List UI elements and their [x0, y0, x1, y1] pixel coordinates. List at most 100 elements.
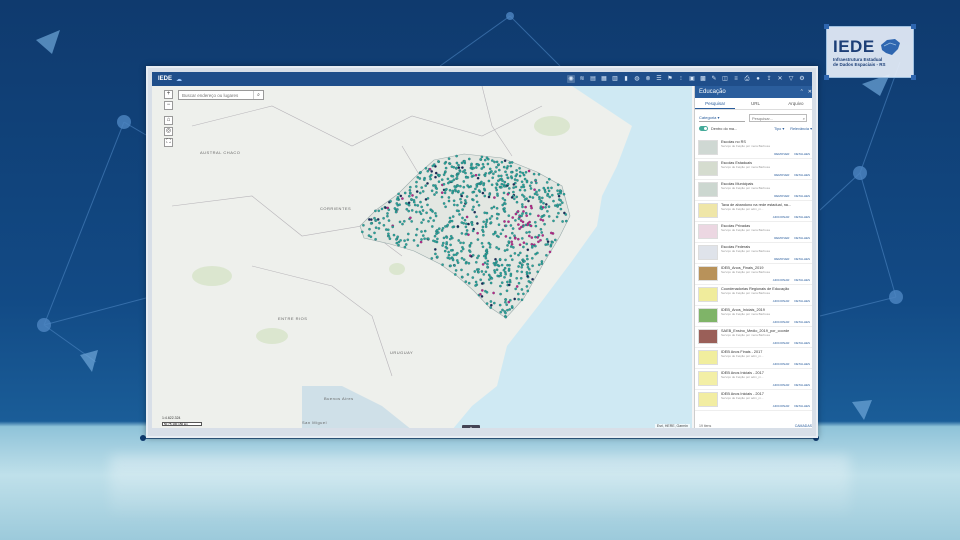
- school-point[interactable]: [453, 273, 457, 276]
- school-point[interactable]: [482, 183, 485, 187]
- school-point[interactable]: [503, 249, 507, 252]
- school-point[interactable]: [487, 195, 491, 199]
- school-point[interactable]: [494, 258, 497, 261]
- school-point[interactable]: [448, 257, 452, 260]
- layer-primary-action[interactable]: REMOVER: [774, 194, 789, 198]
- school-point[interactable]: [503, 159, 507, 163]
- school-point[interactable]: [515, 200, 519, 204]
- school-point[interactable]: [424, 184, 428, 188]
- school-point[interactable]: [507, 214, 511, 218]
- school-point[interactable]: [474, 166, 478, 169]
- school-point[interactable]: [434, 252, 437, 256]
- school-point[interactable]: [517, 253, 520, 257]
- school-point[interactable]: [521, 205, 524, 209]
- school-point[interactable]: [514, 174, 518, 178]
- school-point[interactable]: [471, 208, 474, 212]
- school-point[interactable]: [387, 208, 391, 212]
- school-point[interactable]: [446, 223, 450, 227]
- layer-item[interactable]: SAEB_Ensino_Medio_2019_por_coorde Serviço…: [695, 327, 812, 348]
- school-point[interactable]: [460, 194, 464, 198]
- school-point[interactable]: [483, 174, 487, 178]
- school-point[interactable]: [388, 237, 392, 241]
- school-point[interactable]: [455, 259, 459, 262]
- school-point[interactable]: [419, 171, 422, 174]
- school-point[interactable]: [547, 215, 551, 218]
- school-point[interactable]: [451, 175, 455, 178]
- school-point[interactable]: [547, 177, 551, 181]
- school-point[interactable]: [426, 203, 429, 207]
- layer-details-action[interactable]: DETALHES: [794, 299, 810, 303]
- school-point[interactable]: [513, 237, 517, 240]
- school-point[interactable]: [485, 248, 489, 252]
- school-point[interactable]: [442, 173, 446, 177]
- school-point[interactable]: [462, 258, 466, 262]
- school-point[interactable]: [484, 270, 488, 274]
- school-point[interactable]: [559, 199, 563, 202]
- school-point[interactable]: [493, 160, 496, 164]
- school-point[interactable]: [467, 157, 471, 161]
- school-point[interactable]: [534, 178, 537, 182]
- school-point[interactable]: [512, 197, 516, 201]
- school-point[interactable]: [386, 212, 389, 215]
- school-point[interactable]: [513, 178, 517, 181]
- school-point[interactable]: [499, 271, 503, 275]
- school-point[interactable]: [520, 237, 524, 240]
- school-point[interactable]: [543, 190, 547, 194]
- school-point[interactable]: [463, 169, 467, 172]
- school-point[interactable]: [495, 160, 499, 164]
- school-point[interactable]: [553, 204, 557, 207]
- school-point[interactable]: [523, 198, 527, 201]
- map-canvas[interactable]: [152, 86, 692, 428]
- school-point[interactable]: [471, 191, 475, 194]
- school-point[interactable]: [433, 240, 437, 243]
- school-point[interactable]: [410, 220, 414, 223]
- school-point[interactable]: [463, 218, 467, 222]
- school-point[interactable]: [443, 191, 447, 195]
- layer-details-action[interactable]: DETALHES: [794, 236, 810, 240]
- school-point[interactable]: [441, 241, 445, 245]
- school-point[interactable]: [473, 270, 477, 273]
- school-point[interactable]: [497, 247, 501, 251]
- school-point[interactable]: [465, 215, 469, 219]
- school-point[interactable]: [517, 223, 520, 226]
- school-point[interactable]: [415, 190, 419, 193]
- school-point[interactable]: [497, 264, 501, 268]
- school-point[interactable]: [476, 256, 479, 260]
- school-point[interactable]: [546, 186, 550, 190]
- school-point[interactable]: [529, 187, 533, 190]
- layer-primary-action[interactable]: ADICIONAR: [773, 383, 790, 387]
- school-point[interactable]: [394, 210, 398, 214]
- school-point[interactable]: [507, 240, 511, 244]
- school-point[interactable]: [556, 189, 559, 193]
- school-point[interactable]: [416, 204, 420, 207]
- layer-primary-action[interactable]: ADICIONAR: [773, 341, 790, 345]
- layer-details-action[interactable]: DETALHES: [794, 341, 810, 345]
- school-point[interactable]: [530, 236, 534, 239]
- school-point[interactable]: [499, 292, 502, 296]
- school-point[interactable]: [396, 235, 400, 239]
- school-point[interactable]: [499, 232, 503, 236]
- school-point[interactable]: [387, 235, 391, 238]
- school-point[interactable]: [472, 205, 475, 209]
- school-point[interactable]: [531, 264, 534, 268]
- school-point[interactable]: [534, 244, 537, 248]
- school-point[interactable]: [540, 231, 544, 234]
- school-point[interactable]: [456, 203, 459, 207]
- school-point[interactable]: [520, 180, 524, 184]
- school-point[interactable]: [487, 241, 491, 245]
- school-point[interactable]: [434, 171, 438, 175]
- school-point[interactable]: [504, 258, 507, 262]
- school-point[interactable]: [499, 274, 503, 277]
- school-point[interactable]: [444, 166, 448, 170]
- mic-icon[interactable]: ●: [754, 75, 762, 83]
- school-point[interactable]: [457, 239, 461, 242]
- layer-primary-action[interactable]: REMOVER: [774, 152, 789, 156]
- school-point[interactable]: [373, 231, 376, 235]
- school-point[interactable]: [374, 219, 378, 222]
- school-point[interactable]: [518, 251, 522, 255]
- school-point[interactable]: [533, 221, 537, 224]
- print-icon[interactable]: ⎙: [743, 75, 751, 83]
- school-point[interactable]: [448, 216, 452, 220]
- zoom-in-button[interactable]: +: [164, 90, 173, 99]
- school-point[interactable]: [374, 209, 377, 213]
